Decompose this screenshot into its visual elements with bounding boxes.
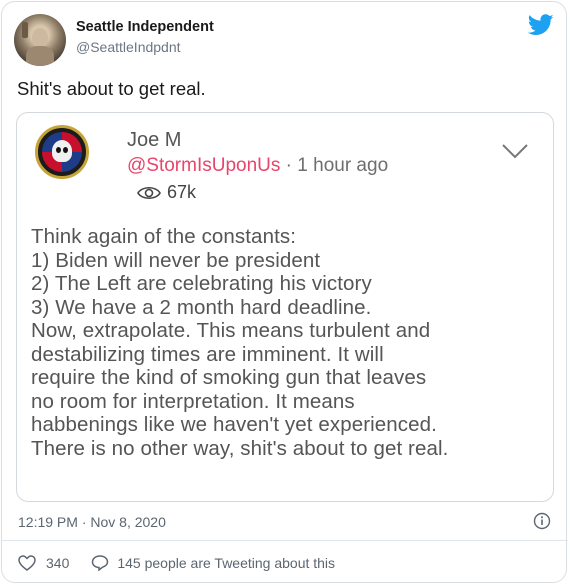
replies-link[interactable]: 145 people are Tweeting about this <box>117 555 335 571</box>
quoted-meta: @StormIsUponUs · 1 hour ago <box>127 155 388 177</box>
quoted-line: require the kind of smoking gun that lea… <box>31 366 427 389</box>
quoted-body: Think again of the constants: 1) Biden w… <box>31 225 551 460</box>
quoted-line: habbenings like we haven't yet experienc… <box>31 413 437 436</box>
quoted-line: 3) We have a 2 month hard deadline. <box>31 295 372 319</box>
twitter-bird-icon[interactable] <box>528 14 554 36</box>
author-name[interactable]: Seattle Independent <box>76 19 214 35</box>
quoted-line: Think again of the constants: <box>31 225 297 248</box>
like-count[interactable]: 340 <box>46 555 69 571</box>
quoted-line: 2) The Left are celebrating his victory <box>31 272 372 295</box>
quoted-views-count: 67k <box>167 182 197 202</box>
quoted-line: There is no other way, shit's about to g… <box>31 436 449 460</box>
quoted-author-handle: @StormIsUponUs <box>127 155 281 176</box>
eye-icon <box>137 186 161 199</box>
author-avatar[interactable] <box>14 14 66 66</box>
speech-bubble-icon[interactable] <box>91 555 109 571</box>
quoted-separator: · <box>280 155 298 176</box>
quoted-author-avatar <box>35 125 89 179</box>
info-icon[interactable] <box>533 512 551 530</box>
tweet-timestamp[interactable]: 12:19 PM · Nov 8, 2020 <box>18 514 166 530</box>
author-handle[interactable]: @SeattleIndpdnt <box>76 39 181 55</box>
quoted-tweet-image[interactable]: Joe M @StormIsUponUs · 1 hour ago 67k Th… <box>16 112 554 502</box>
quoted-line: destabilizing times are imminent. It wil… <box>31 342 384 366</box>
chevron-down-icon <box>502 144 528 159</box>
tweet-actions: 340 145 people are Tweeting about this <box>18 555 335 571</box>
quoted-line: no room for interpretation. It means <box>31 389 355 413</box>
tweet-text: Shit's about to get real. <box>17 78 206 99</box>
quoted-time: 1 hour ago <box>297 155 389 176</box>
quoted-author-name: Joe M <box>127 129 182 151</box>
heart-icon[interactable] <box>18 555 36 571</box>
quoted-line: Now, extrapolate. This means turbulent a… <box>31 319 431 342</box>
tweet-card: Seattle Independent @SeattleIndpdnt Shit… <box>1 1 568 583</box>
divider <box>2 540 568 541</box>
quoted-views: 67k <box>137 182 196 203</box>
quoted-line: 1) Biden will never be president <box>31 248 321 272</box>
